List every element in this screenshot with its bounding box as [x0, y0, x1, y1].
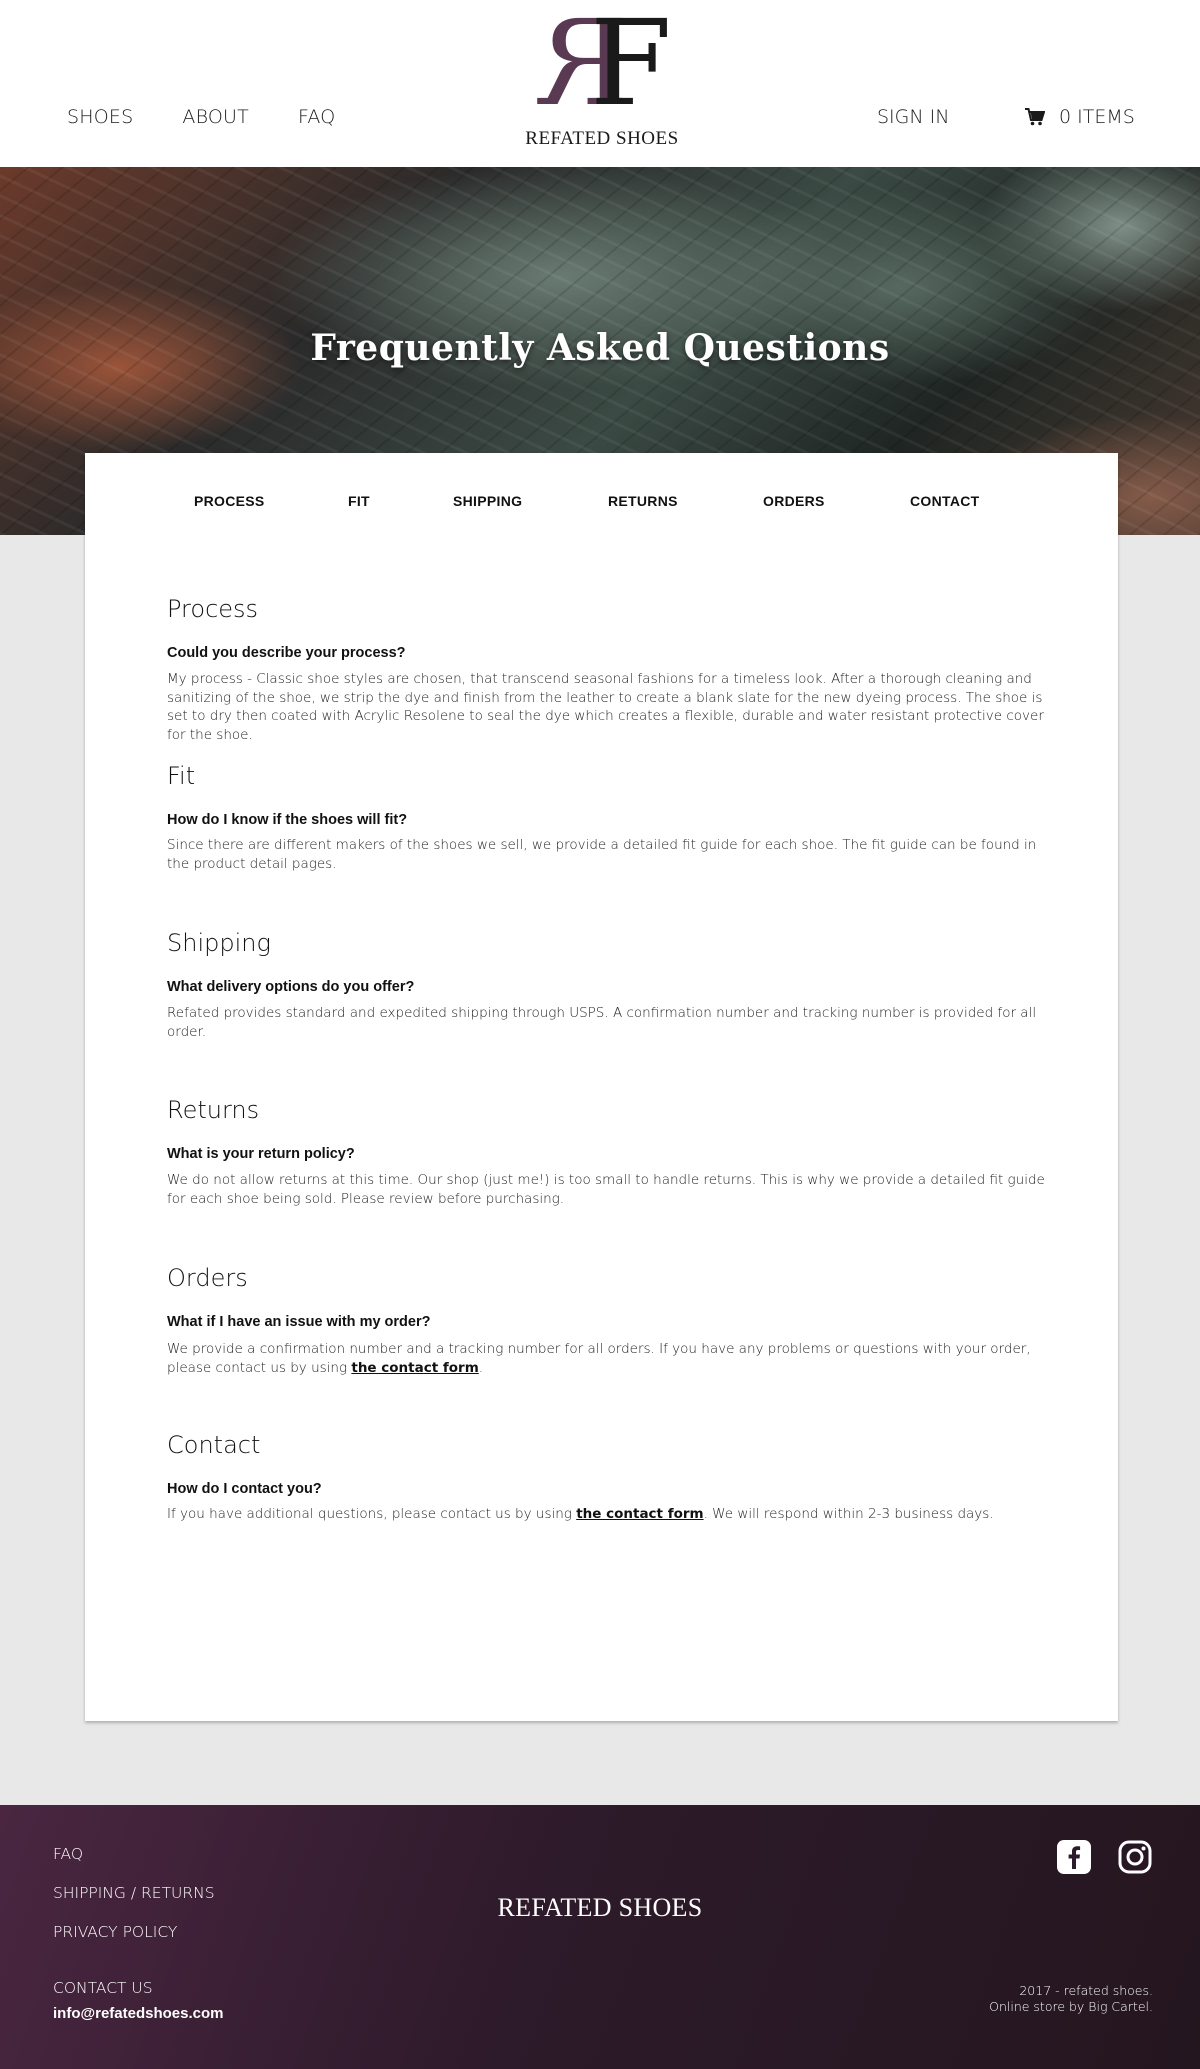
site-logo[interactable]: R F REFATED SHOES: [522, 0, 682, 153]
section-title: Shipping: [167, 929, 271, 957]
cart-count: 0 ITEMS: [1059, 106, 1135, 128]
main-nav: SHOES ABOUT FAQ: [67, 106, 384, 128]
answer-text: If you have additional questions, please…: [167, 1506, 577, 1522]
section-fit: Fit How do I know if the shoes will fit?…: [167, 762, 1057, 873]
section-title: Contact: [167, 1431, 261, 1459]
section-question: What if I have an issue with my order?: [167, 1314, 431, 1330]
copyright-line: 2017 - refated shoes.: [1019, 1983, 1153, 1998]
nav-shoes[interactable]: SHOES: [67, 106, 133, 128]
section-title: Orders: [167, 1264, 248, 1292]
section-question: What is your return policy?: [167, 1146, 355, 1162]
tab-orders[interactable]: ORDERS: [763, 493, 825, 509]
credit-line: Online store by Big Cartel.: [989, 1999, 1153, 2014]
tab-process[interactable]: PROCESS: [194, 493, 265, 509]
section-question: How do I know if the shoes will fit?: [167, 812, 408, 828]
tab-contact[interactable]: CONTACT: [910, 493, 980, 509]
tab-fit[interactable]: FIT: [348, 493, 370, 509]
section-title: Fit: [167, 762, 196, 790]
section-shipping: Shipping What delivery options do you of…: [167, 929, 1057, 1041]
footer-link-faq[interactable]: FAQ: [53, 1845, 83, 1863]
section-question: Could you describe your process?: [167, 645, 406, 661]
nav-faq[interactable]: FAQ: [298, 106, 335, 128]
cart-icon: [1025, 108, 1045, 126]
answer-text: We provide a confirmation number and a t…: [167, 1341, 1031, 1376]
answer-text: . We will respond within 2-3 business da…: [703, 1506, 994, 1522]
page-title: Frequently Asked Questions: [310, 327, 890, 369]
tab-returns[interactable]: RETURNS: [608, 493, 678, 509]
section-title: Returns: [167, 1096, 260, 1124]
answer-text: .: [478, 1359, 484, 1376]
logo-monogram: R F: [522, 0, 682, 132]
footer-email[interactable]: info@refatedshoes.com: [53, 2005, 224, 2022]
footer-brand: REFATED SHOES: [497, 1893, 703, 1922]
section-contact: Contact How do I contact you? If you hav…: [167, 1431, 1057, 1524]
section-answer: We do not allow returns at this time. Ou…: [167, 1172, 1045, 1207]
cart-link[interactable]: 0 ITEMS: [1025, 106, 1135, 128]
section-answer: If you have additional questions, please…: [167, 1505, 1057, 1524]
site-footer: FAQ SHIPPING / RETURNS PRIVACY POLICY CO…: [0, 1805, 1200, 2069]
section-answer: Refated provides standard and expedited …: [167, 1005, 1037, 1040]
contact-form-link[interactable]: the contact form: [576, 1506, 703, 1522]
section-orders: Orders What if I have an issue with my o…: [167, 1264, 1057, 1377]
site-header: SHOES ABOUT FAQ R F REFATED SHOES SIGN I…: [0, 0, 1200, 167]
section-returns: Returns What is your return policy? We d…: [167, 1096, 1057, 1208]
faq-card: PROCESS FIT SHIPPING RETURNS ORDERS CONT…: [85, 453, 1118, 1721]
section-title: Process: [167, 595, 259, 623]
section-question: How do I contact you?: [167, 1481, 322, 1497]
footer-contact-us[interactable]: CONTACT US: [53, 1979, 153, 1997]
contact-form-link[interactable]: the contact form: [351, 1360, 478, 1376]
sign-in-link[interactable]: SIGN IN: [877, 106, 949, 128]
facebook-icon[interactable]: [1057, 1840, 1091, 1874]
logo-letter-f: F: [590, 0, 672, 132]
section-answer: We provide a confirmation number and a t…: [167, 1340, 1057, 1377]
section-answer: My process - Classic shoe styles are cho…: [167, 671, 1044, 743]
section-answer: Since there are different makers of the …: [167, 837, 1037, 872]
instagram-icon[interactable]: [1118, 1840, 1152, 1874]
section-process: Process Could you describe your process?…: [167, 595, 1057, 744]
footer-copyright: 2017 - refated shoes. Online store by Bi…: [989, 1983, 1153, 2015]
nav-about[interactable]: ABOUT: [182, 106, 249, 128]
footer-link-privacy[interactable]: PRIVACY POLICY: [53, 1923, 177, 1941]
section-question: What delivery options do you offer?: [167, 979, 415, 995]
tab-shipping[interactable]: SHIPPING: [453, 493, 522, 509]
